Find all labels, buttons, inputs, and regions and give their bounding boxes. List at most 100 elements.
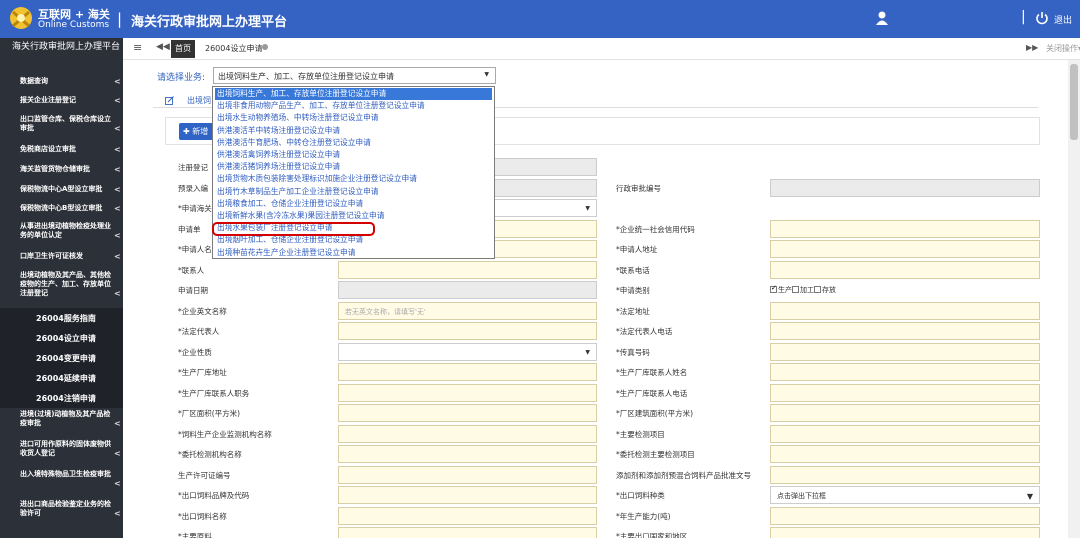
form-row: *联系人 *联系电话 — [178, 260, 1040, 281]
field-input[interactable]: ▼ — [338, 342, 597, 361]
sidebar-item-duty-free[interactable]: 免税商店设立审批 < — [0, 145, 123, 154]
business-select-value: 出境饲料生产、加工、存放单位注册登记设立申请 — [218, 72, 394, 81]
field-input[interactable] — [770, 178, 1040, 197]
sidebar-sub-renew[interactable]: 26004延续申请 — [0, 368, 123, 388]
form-row: *法定代表人 *法定代表人电话 — [178, 321, 1040, 342]
field-input[interactable] — [770, 383, 1040, 402]
power-icon[interactable] — [1035, 11, 1049, 25]
field-input[interactable] — [338, 465, 597, 484]
form-tab[interactable]: 出境饲 — [187, 95, 211, 106]
form-row: 申请日期 *申请类别 生产加工存放 — [178, 280, 1040, 301]
field-label: 行政审批编号 — [616, 183, 661, 193]
field-label: 申请单 — [178, 224, 201, 234]
field-input[interactable] — [770, 363, 1040, 381]
field-label: *出口饲料品牌及代码 — [178, 491, 250, 500]
tab-close-icon[interactable] — [262, 44, 268, 50]
field-input[interactable] — [770, 260, 1040, 279]
top-bar: 互联网 + 海关 Online Customs | 海关行政审批网上办理平台 |… — [0, 0, 1080, 38]
field-input[interactable] — [338, 383, 597, 402]
tab-back-icon[interactable]: ◀◀ — [156, 42, 170, 52]
checkbox-1[interactable] — [792, 286, 799, 293]
sidebar-item-data-query[interactable]: 数据查询 < — [0, 77, 123, 86]
highlight-annotation — [212, 222, 375, 236]
category-checkboxes[interactable]: 生产加工存放 — [770, 284, 836, 295]
sidebar-item-bonded-warehouse[interactable]: 出口监管仓库、保税仓库设立审批 < — [0, 115, 123, 133]
field-input[interactable] — [338, 486, 597, 504]
user-icon[interactable] — [875, 10, 889, 26]
field-input[interactable] — [770, 240, 1040, 258]
dropdown-option[interactable]: 出境水生动物养殖场、中转场注册登记设立申请 — [215, 112, 492, 124]
dropdown-option[interactable]: 出境新鲜水果(含冷冻水果)果园注册登记设立申请 — [215, 210, 492, 222]
field-input[interactable] — [770, 445, 1040, 463]
dropdown-option[interactable]: 出境非食用动物产品生产、加工、存放单位注册登记设立申请 — [215, 100, 492, 112]
field-input[interactable] — [338, 363, 597, 381]
sidebar-item-solid-waste[interactable]: 进口可用作原料的固体废物供收货人登记 < — [0, 440, 123, 458]
tab-forward-icon[interactable]: ▶▶ — [1026, 43, 1038, 52]
business-select[interactable]: 出境饲料生产、加工、存放单位注册登记设立申请 ▼ — [213, 67, 496, 84]
sidebar-item-logistics-a[interactable]: 保税物流中心A型设立审批 < — [0, 185, 123, 194]
sidebar-item-special-goods[interactable]: 出入境特殊物品卫生检疫审批 < — [0, 470, 123, 488]
field-label: *饲料生产企业监测机构名称 — [178, 429, 272, 439]
field-input[interactable] — [770, 424, 1040, 443]
field-label: *年生产能力(吨) — [616, 511, 671, 521]
dropdown-option[interactable]: 出境货物木质包装除害处理标识加施企业注册登记设立申请 — [215, 173, 492, 185]
feed-type-placeholder: 点击弹出下拉框 — [777, 492, 826, 500]
field-input[interactable] — [338, 281, 597, 299]
form-row: *饲料生产企业监测机构名称 *主要检测项目 — [178, 424, 1040, 445]
field-input[interactable] — [338, 527, 597, 538]
checkbox-0[interactable] — [770, 284, 777, 293]
sidebar-sub-apply[interactable]: 26004设立申请 — [0, 328, 123, 348]
checkbox-2[interactable] — [814, 286, 821, 293]
dropdown-option[interactable]: 出境粮食加工、仓储企业注册登记设立申请 — [215, 198, 492, 210]
sidebar-item-inspection-license[interactable]: 进出口商品检验鉴定业务的检验许可 < — [0, 500, 123, 518]
dropdown-option[interactable]: 供港澳活猪饲养场注册登记设立申请 — [215, 161, 492, 173]
field-input[interactable] — [770, 342, 1040, 361]
sidebar-sub-change[interactable]: 26004变更申请 — [0, 348, 123, 368]
app-root: 互联网 + 海关 Online Customs | 海关行政审批网上办理平台 |… — [0, 0, 1080, 538]
dropdown-option[interactable]: 供港澳活禽饲养场注册登记设立申请 — [215, 149, 492, 161]
sidebar-item-logistics-b[interactable]: 保税物流中心B型设立审批 < — [0, 204, 123, 213]
sidebar-sub-guide[interactable]: 26004服务指南 — [0, 308, 123, 328]
dropdown-option[interactable]: 出境竹木草制品生产加工企业注册登记设立申请 — [215, 186, 492, 198]
field-label: *委托检测机构名称 — [178, 450, 242, 459]
tab-home[interactable]: 首页 — [171, 40, 195, 58]
field-input[interactable]: 点击弹出下拉框 ▼ — [770, 486, 1040, 504]
field-label: *厂区面积(平方米) — [178, 409, 241, 418]
field-label: *申请海关 — [178, 204, 212, 213]
dropdown-option[interactable]: 供港澳活羊中转场注册登记设立申请 — [215, 125, 492, 137]
field-input[interactable] — [770, 301, 1040, 320]
sidebar-item-export-registration[interactable]: 出境动植物及其产品、其他检疫物的生产、加工、存放单位注册登记 < — [0, 271, 123, 298]
close-operations-menu[interactable]: 关闭操作▾ — [1046, 43, 1080, 54]
field-input[interactable] — [338, 404, 597, 422]
sidebar-item-customs-broker[interactable]: 报关企业注册登记 < — [0, 96, 123, 105]
field-input[interactable] — [338, 322, 597, 340]
field-input[interactable] — [770, 506, 1040, 525]
form-row: *企业英文名称 若无英文名称，请填写'无' *法定地址 — [178, 301, 1040, 322]
header-separator-right: | — [1021, 9, 1026, 25]
header-separator: | — [117, 10, 123, 28]
tab-apply[interactable]: 26004设立申请 — [205, 43, 262, 54]
scrollbar-thumb[interactable] — [1070, 64, 1078, 140]
dropdown-option[interactable]: 供港澳活牛育肥场、中转仓注册登记设立申请 — [215, 137, 492, 149]
field-input[interactable]: 若无英文名称，请填写'无' — [338, 301, 597, 320]
logout-link[interactable]: 退出 — [1054, 13, 1072, 26]
field-input[interactable] — [338, 506, 597, 525]
field-input[interactable] — [770, 322, 1040, 340]
field-input[interactable] — [770, 465, 1040, 484]
dropdown-option[interactable]: 出境饲料生产、加工、存放单位注册登记设立申请 — [215, 88, 492, 100]
field-label: *生产厂库联系人姓名 — [616, 368, 688, 377]
dropdown-option[interactable]: 出境烟叶加工、仓储企业注册登记设立申请 — [215, 234, 492, 246]
sidebar-item-quarantine-treatment[interactable]: 从事进出境动植物检疫处理业务的单位认定 < — [0, 222, 123, 240]
sidebar-sub-cancel[interactable]: 26004注销申请 — [0, 388, 123, 408]
sidebar-item-entry-quarantine[interactable]: 进境(过境)动植物及其产品检疫审批 < — [0, 410, 123, 428]
field-input[interactable] — [338, 424, 597, 443]
field-input[interactable] — [338, 260, 597, 279]
field-input[interactable] — [770, 527, 1040, 538]
field-input[interactable] — [770, 219, 1040, 238]
sidebar-item-storage[interactable]: 海关监管货物仓储审批 < — [0, 165, 123, 174]
dropdown-option[interactable]: 出境种苗花卉生产企业注册登记设立申请 — [215, 247, 492, 258]
menu-toggle-icon[interactable]: ≡ — [133, 41, 142, 54]
sidebar-item-port-health[interactable]: 口岸卫生许可证核发 < — [0, 252, 123, 261]
field-input[interactable] — [338, 445, 597, 463]
field-input[interactable] — [770, 404, 1040, 422]
